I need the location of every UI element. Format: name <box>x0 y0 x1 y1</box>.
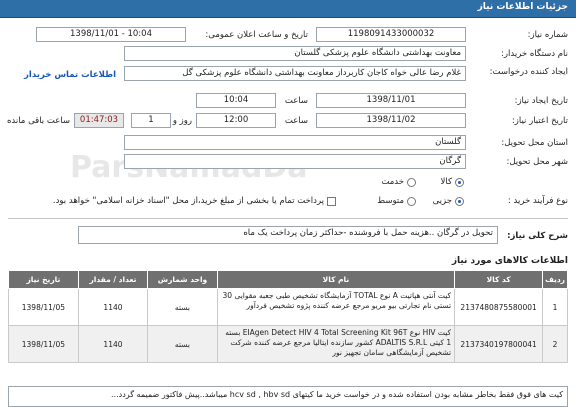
column-header-name: نام کالا <box>216 270 456 289</box>
divider <box>8 218 568 219</box>
row-unit: بسته <box>147 325 218 363</box>
radio-selected-icon <box>455 196 464 206</box>
table-row: 1 2137480875580001 کیت آنتی هپاتیت A نوع… <box>8 288 568 326</box>
row-index: 1 <box>542 288 568 326</box>
announce-datetime-field: 1398/11/01 - 10:04 <box>36 27 186 42</box>
city-field: گرگان <box>124 154 466 169</box>
reply-deadline-time-field: 12:00 <box>196 113 276 128</box>
remaining-time-label: ساعت باقی مانده <box>6 116 70 126</box>
row-unit: بسته <box>147 288 218 326</box>
row-qty: 1140 <box>77 288 149 326</box>
description-field: تحویل در گرگان ..هزینه حمل با فروشنده -ح… <box>78 226 498 244</box>
row-code: 2137480875580001 <box>454 288 544 326</box>
days-label: روز و <box>172 116 192 126</box>
category-option-label: کالا <box>440 177 452 187</box>
reply-deadline-date-field: 1398/11/02 <box>316 113 466 128</box>
treasury-note: پرداخت تمام یا بخشی از مبلغ خرید،از محل … <box>52 196 324 206</box>
requester-field: غلام رضا عالی خواه کاجان کاربرداز معاونت… <box>124 66 466 81</box>
row-name-cell: کیت آنتی هپاتیت A نوع TOTAL آزمایشگاه تش… <box>216 288 456 326</box>
checkbox-icon <box>327 196 336 206</box>
need-number-field: 1198091433000032 <box>316 27 466 42</box>
treasury-payment-checkbox[interactable]: پرداخت تمام یا بخشی از مبلغ خرید،از محل … <box>53 196 336 206</box>
panel-header: جزئیات اطلاعات نیاز <box>0 0 576 18</box>
buyer-note-field: کیت های فوق فقط بخاطر مشابه بودن استفاده… <box>8 386 568 407</box>
radio-selected-icon <box>455 177 464 187</box>
buyer-org-label: نام دستگاه خریدار: <box>501 49 568 59</box>
purchase-type-option-minor[interactable]: جزیی <box>433 196 464 206</box>
reply-deadline-label: تاریخ اعتبار نیاز: <box>511 116 568 126</box>
row-code: 2137340197800041 <box>454 325 544 363</box>
category-option-goods[interactable]: کالا <box>441 177 464 187</box>
row-date: 1398/11/05 <box>8 288 79 326</box>
row-name: کیت HIV نوع EIAgen Detect HIV 4 Total Sc… <box>225 327 452 357</box>
purchase-type-option-label: متوسط <box>377 196 404 206</box>
column-header-date: تاریخ نیاز <box>8 270 79 289</box>
row-index: 2 <box>542 325 568 363</box>
announce-datetime-label: تاریخ و ساعت اعلان عمومی: <box>205 30 308 40</box>
column-header-code: کد کالا <box>454 270 544 289</box>
description-label: شرح کلی نیاز: <box>507 231 568 241</box>
page-title: جزئیات اطلاعات نیاز <box>477 2 568 12</box>
purchase-type-option-label: جزیی <box>432 196 452 206</box>
table-row: 2 2137340197800041 کیت HIV نوع EIAgen De… <box>8 325 568 363</box>
purchase-type-option-medium[interactable]: متوسط <box>377 196 416 206</box>
purchase-type-label: نوع فرآیند خرید : <box>507 196 568 206</box>
row-name-cell: کیت HIV نوع EIAgen Detect HIV 4 Total Sc… <box>216 325 456 363</box>
remaining-time-field: 01:47:03 <box>74 113 124 128</box>
category-option-service[interactable]: خدمت <box>381 177 416 187</box>
column-header-unit: واحد شمارش <box>147 270 218 289</box>
column-header-qty: تعداد / مقدار <box>77 270 149 289</box>
city-label: شهر محل تحویل: <box>506 157 568 167</box>
province-label: استان محل تحویل: <box>501 138 568 148</box>
buyer-contact-link[interactable]: اطلاعات تماس خریدار <box>24 70 116 80</box>
remaining-days-field: 1 <box>131 113 171 128</box>
row-qty: 1140 <box>77 325 149 363</box>
need-number-label: شماره نیاز: <box>527 30 568 40</box>
created-date-label: تاریخ ایجاد نیاز: <box>514 96 568 106</box>
goods-table: ردیف کد کالا نام کالا واحد شمارش تعداد /… <box>8 270 568 363</box>
radio-icon <box>407 177 416 187</box>
reply-deadline-time-label: ساعت <box>284 116 308 126</box>
row-name: کیت آنتی هپاتیت A نوع TOTAL آزمایشگاه تش… <box>222 290 452 310</box>
created-time-field: 10:04 <box>196 93 276 108</box>
row-date: 1398/11/05 <box>8 325 79 363</box>
province-field: گلستان <box>124 135 466 150</box>
column-header-index: ردیف <box>542 270 568 289</box>
buyer-org-field: معاونت بهداشتی دانشگاه علوم پزشکی گلستان <box>124 46 466 61</box>
goods-section-title: اطلاعات کالاهای مورد نیاز <box>451 256 568 266</box>
created-date-field: 1398/11/01 <box>316 93 466 108</box>
created-time-label: ساعت <box>284 96 308 106</box>
category-option-label: خدمت <box>381 177 404 187</box>
requester-label: ایجاد کننده درخواست: <box>489 67 568 77</box>
table-header-row: ردیف کد کالا نام کالا واحد شمارش تعداد /… <box>8 270 568 289</box>
radio-icon <box>407 196 416 206</box>
